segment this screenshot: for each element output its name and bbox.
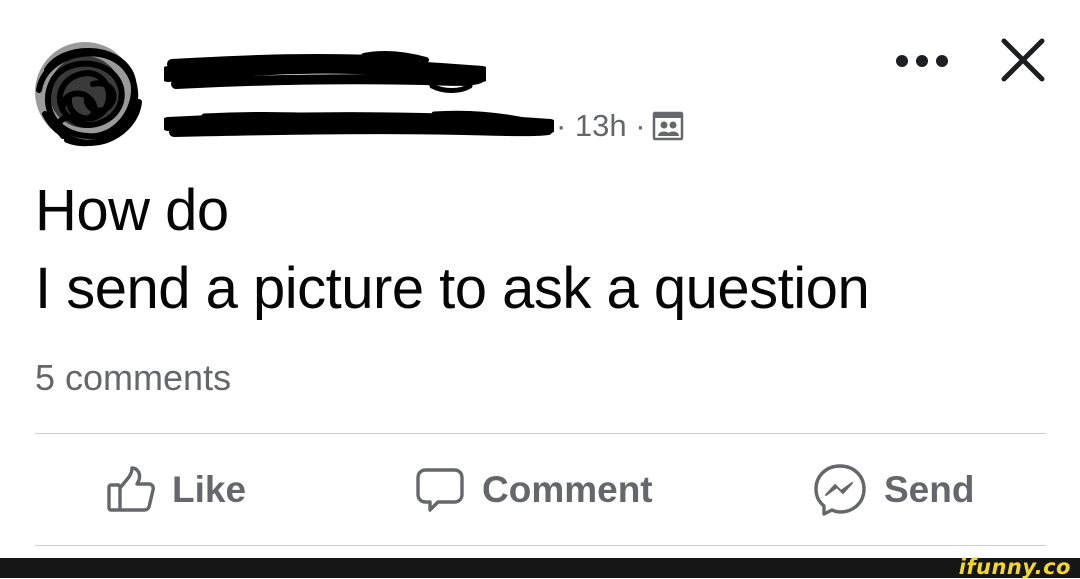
more-dots-icon[interactable] — [893, 46, 951, 76]
group-name-redacted[interactable] — [164, 106, 554, 146]
messenger-icon — [814, 464, 866, 516]
comment-label: Comment — [482, 469, 653, 510]
watermark-bar: ifunny.co — [0, 555, 1080, 579]
author-name-redacted[interactable] — [164, 50, 486, 96]
post-meta: · 13h · — [164, 106, 684, 146]
send-button[interactable]: Send — [812, 456, 974, 524]
comment-bubble-icon — [416, 468, 464, 512]
post-text: How do I send a picture to ask a questio… — [35, 172, 870, 328]
comment-button[interactable]: Comment — [414, 456, 653, 524]
like-button[interactable]: Like — [106, 456, 246, 524]
post-text-line: I send a picture to ask a question — [35, 256, 870, 321]
comment-count[interactable]: 5 comments — [35, 357, 231, 399]
watermark-logo: ifunny.co — [958, 555, 1071, 579]
avatar[interactable] — [33, 40, 145, 152]
post-timestamp[interactable]: · 13h · — [556, 108, 646, 144]
divider — [35, 545, 1046, 546]
like-label: Like — [172, 469, 247, 510]
send-label: Send — [884, 469, 975, 510]
close-x-icon[interactable] — [996, 38, 1050, 82]
post-text-line: How do — [35, 178, 229, 243]
audience-icon[interactable] — [652, 110, 684, 142]
thumbs-up-icon — [107, 466, 155, 512]
divider — [35, 433, 1046, 434]
